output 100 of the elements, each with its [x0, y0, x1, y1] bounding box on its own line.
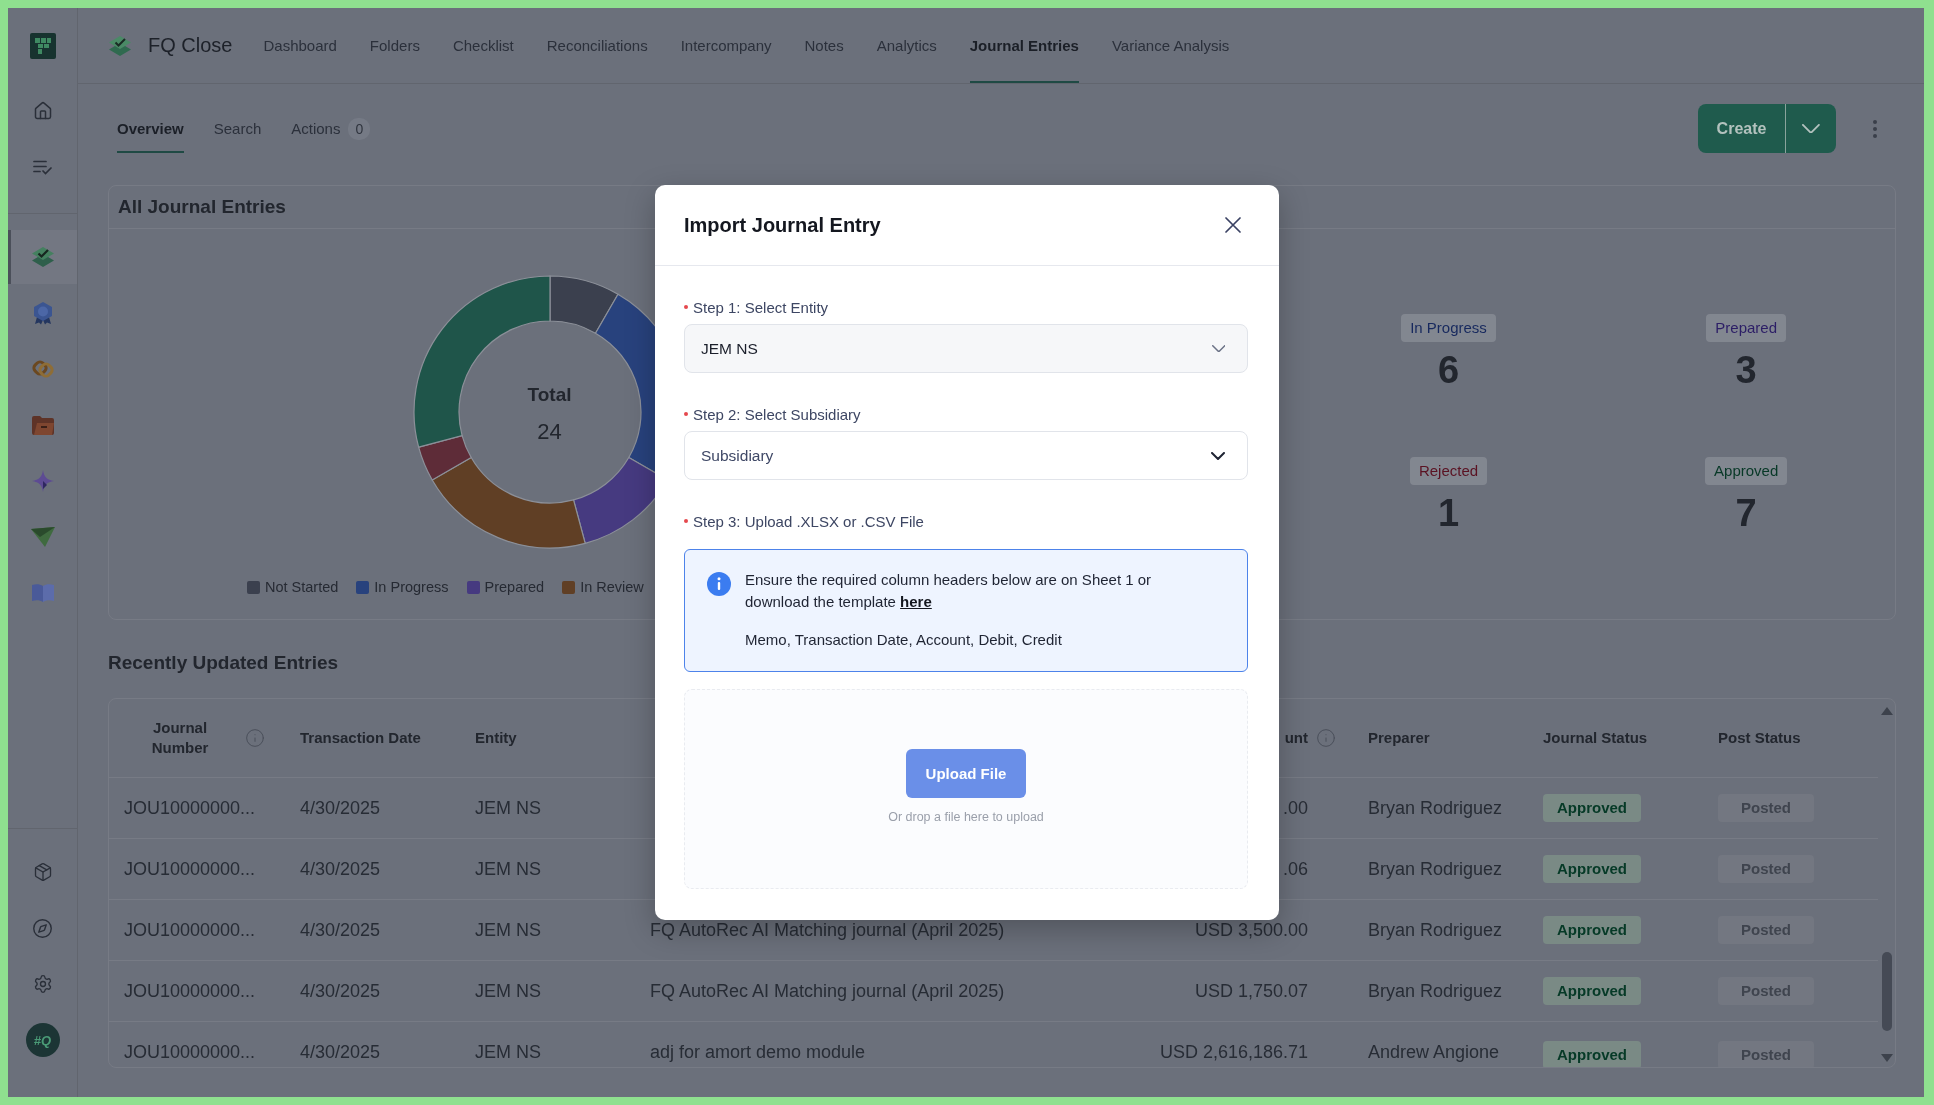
- table-cell: 4/30/2025: [300, 980, 381, 1002]
- status-label: Prepared: [1706, 314, 1786, 342]
- chart-center-value: 24: [537, 418, 562, 445]
- table-cell: 4/30/2025: [300, 1041, 381, 1063]
- medal-icon: [31, 301, 54, 325]
- folder-icon: [31, 415, 54, 435]
- nav-tab[interactable]: Reconciliations: [546, 8, 648, 83]
- table-cell: JOU10000000...: [124, 919, 256, 941]
- table-cell: JEM NS: [475, 919, 541, 941]
- column-header: Journal Status: [1543, 728, 1648, 748]
- status-count: 6: [1437, 348, 1460, 392]
- select-field[interactable]: Subsidiary: [684, 431, 1248, 480]
- table-cell: JOU10000000...: [124, 858, 256, 880]
- status-badge: Approved: [1543, 794, 1641, 822]
- compass-icon: [32, 917, 53, 939]
- table-cell: Bryan Rodriguez: [1368, 980, 1503, 1002]
- status-label: Rejected: [1409, 457, 1488, 485]
- nav-tab[interactable]: Variance Analysis: [1111, 8, 1230, 83]
- table-cell: Bryan Rodriguez: [1368, 797, 1503, 819]
- chevron-down-icon: [1211, 344, 1225, 353]
- create-menu-button[interactable]: [1785, 104, 1836, 153]
- layers-check-icon: [30, 245, 55, 269]
- scroll-thumb[interactable]: [1882, 952, 1892, 1031]
- table-cell: .00: [1282, 797, 1308, 819]
- nav-tab[interactable]: Intercompany: [680, 8, 772, 83]
- table-cell: 4/30/2025: [300, 919, 381, 941]
- status-badge: Approved: [1543, 916, 1641, 944]
- status-badge: Approved: [1543, 977, 1641, 1005]
- status-count: 3: [1735, 348, 1757, 392]
- table-cell: Andrew Angione: [1368, 1041, 1500, 1063]
- sparkle-icon: [31, 470, 54, 492]
- book-icon: [31, 583, 54, 603]
- home-icon: [32, 101, 53, 121]
- settings-icon: [32, 974, 53, 994]
- status-badge: Approved: [1543, 855, 1641, 883]
- scroll-up-icon[interactable]: [1881, 707, 1893, 715]
- table-cell: JEM NS: [475, 797, 541, 819]
- app-name: FQ Close: [148, 34, 233, 57]
- chart-center-label: Total: [527, 383, 572, 406]
- table-cell: Bryan Rodriguez: [1368, 858, 1503, 880]
- close-icon: [1225, 217, 1241, 233]
- create-button[interactable]: Create: [1698, 104, 1785, 153]
- status-count: 1: [1437, 491, 1460, 535]
- table-cell: JOU10000000...: [124, 980, 256, 1002]
- sub-tab[interactable]: Overview: [117, 104, 184, 153]
- status-count: 7: [1735, 491, 1757, 535]
- section-title: Recently Updated Entries: [108, 651, 340, 675]
- nav-tab[interactable]: Checklist: [452, 8, 514, 83]
- box-icon: [32, 862, 53, 882]
- table-cell: FQ AutoRec AI Matching journal (April 2025): [650, 919, 1005, 941]
- nav-tab[interactable]: Folders: [369, 8, 420, 83]
- step-label: Step 1: Select Entity: [693, 298, 829, 316]
- column-header: unt: [1284, 728, 1308, 748]
- more-icon: [1873, 119, 1877, 138]
- drop-hint: Or drop a file here to upload: [888, 810, 1044, 824]
- column-header: Transaction Date: [300, 728, 421, 748]
- table-cell: .06: [1282, 858, 1308, 880]
- step-label: Step 3: Upload .XLSX or .CSV File: [693, 512, 924, 530]
- template-link[interactable]: here: [900, 593, 932, 610]
- status-badge: Approved: [1543, 1041, 1641, 1067]
- nav-tab[interactable]: Analytics: [876, 8, 937, 83]
- layers-logo-icon: [108, 33, 132, 58]
- chevron-down-icon: [1802, 123, 1820, 134]
- rings-icon: [30, 358, 55, 380]
- sidebar-item[interactable]: [8, 230, 77, 284]
- user-avatar[interactable]: #Q: [25, 1023, 60, 1057]
- card-title: All Journal Entries: [118, 196, 286, 218]
- required-columns-text: Memo, Transaction Date, Account, Debit, Credit: [745, 630, 1063, 650]
- info-icon: [707, 572, 731, 596]
- sub-tab[interactable]: Search: [213, 104, 262, 153]
- status-label: In Progress: [1401, 314, 1496, 342]
- table-cell: JEM NS: [475, 1041, 541, 1063]
- column-header: Journal Number: [150, 718, 210, 758]
- table-cell: FQ AutoRec AI Matching journal (April 2025): [650, 980, 1005, 1002]
- legend-label: In Review: [580, 579, 644, 595]
- table-cell: Bryan Rodriguez: [1368, 919, 1503, 941]
- nav-tab[interactable]: Journal Entries: [969, 8, 1079, 83]
- legend-label: Not Started: [265, 579, 339, 595]
- step-label: Step 2: Select Subsidiary: [693, 405, 861, 423]
- count-badge: 0: [348, 117, 371, 140]
- scroll-down-icon[interactable]: [1881, 1054, 1893, 1062]
- nav-tab[interactable]: Dashboard: [263, 8, 337, 83]
- sub-tab[interactable]: Actions 0: [291, 104, 371, 153]
- column-header: Preparer: [1368, 728, 1430, 748]
- table-cell: 4/30/2025: [300, 858, 381, 880]
- table-cell: JEM NS: [475, 858, 541, 880]
- table-cell: USD 2,616,186.71: [1159, 1041, 1308, 1063]
- dialog-title: Import Journal Entry: [684, 213, 881, 237]
- table-cell: JOU10000000...: [124, 1041, 256, 1063]
- paper-plane-icon: [30, 527, 55, 547]
- nav-tab[interactable]: Notes: [804, 8, 844, 83]
- notice-text: Ensure the required column headers below are on Sheet 1 or download the template here: [745, 570, 1153, 612]
- close-button[interactable]: [1225, 217, 1241, 233]
- table-cell: JOU10000000...: [124, 797, 256, 819]
- chevron-down-icon: [1211, 451, 1225, 460]
- column-header: Post Status: [1718, 728, 1801, 748]
- table-cell: adj for amort demo module: [650, 1041, 866, 1063]
- tab-label: Actions: [291, 120, 341, 137]
- column-header: Entity: [475, 728, 517, 748]
- legend-label: In Progress: [374, 579, 449, 595]
